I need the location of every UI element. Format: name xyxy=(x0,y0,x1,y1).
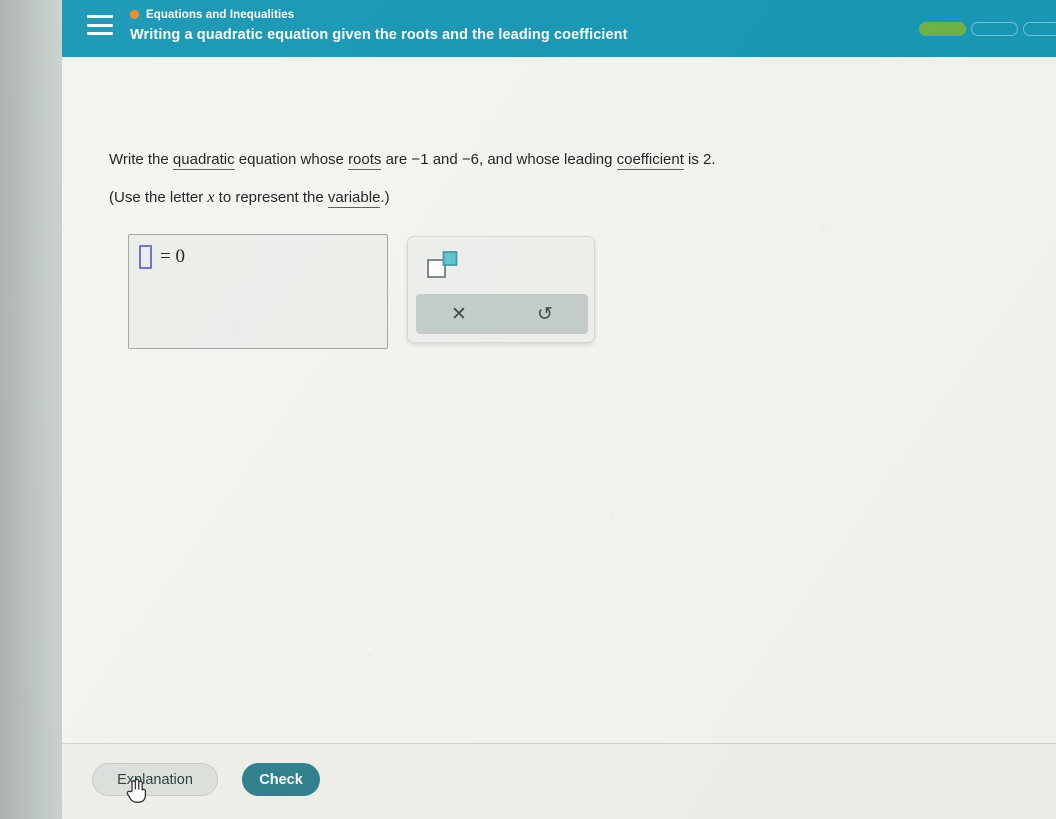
progress-segment xyxy=(1023,22,1056,36)
answer-input-box[interactable]: = 0 xyxy=(128,234,388,349)
question-text: is 2. xyxy=(683,151,716,168)
close-icon: ✕ xyxy=(451,303,467,325)
question-text: Write the xyxy=(109,151,173,168)
explanation-button[interactable]: Explanation xyxy=(92,763,218,796)
breadcrumb: Equations and Inequalities xyxy=(130,7,628,22)
hamburger-line xyxy=(87,15,113,18)
answer-equals-zero: = 0 xyxy=(160,246,185,267)
hamburger-menu-icon[interactable] xyxy=(87,15,113,35)
question-line-2: (Use the letter x to represent the varia… xyxy=(109,189,390,208)
answer-input-slot[interactable] xyxy=(139,245,152,269)
question-text: to represent the xyxy=(214,189,328,206)
undo-button[interactable]: ↺ xyxy=(502,294,588,334)
glossary-term-coefficient[interactable]: coefficient xyxy=(616,151,684,170)
toolbar-action-row: ✕ ↺ xyxy=(416,294,588,334)
question-line-1: Write the quadratic equation whose roots… xyxy=(109,151,716,170)
answer-expression: = 0 xyxy=(139,245,185,269)
progress-segment xyxy=(971,22,1018,36)
orange-dot-icon xyxy=(130,10,139,19)
device-bezel-left xyxy=(0,0,62,819)
app-window: Equations and Inequalities Writing a qua… xyxy=(62,0,1056,819)
question-text: .) xyxy=(380,189,390,206)
breadcrumb-label: Equations and Inequalities xyxy=(146,8,295,21)
exponent-button[interactable] xyxy=(426,250,460,280)
question-text: equation whose xyxy=(234,151,349,168)
hamburger-line xyxy=(87,32,113,35)
question-text: (Use the letter xyxy=(109,189,208,206)
clear-button[interactable]: ✕ xyxy=(416,294,502,334)
math-keypad-toolbar: ✕ ↺ xyxy=(407,236,595,343)
check-button[interactable]: Check xyxy=(242,763,320,796)
action-button-group: Explanation Check xyxy=(92,763,320,796)
glossary-term-roots[interactable]: roots xyxy=(348,151,382,170)
glossary-term-quadratic[interactable]: quadratic xyxy=(172,151,235,170)
glossary-term-variable[interactable]: variable xyxy=(327,189,381,208)
undo-icon: ↺ xyxy=(537,303,553,325)
bottom-action-bar: Explanation Check xyxy=(62,743,1056,819)
progress-bar xyxy=(919,22,1056,36)
question-text: are −1 and −6, and whose leading xyxy=(381,151,617,168)
progress-segment xyxy=(919,22,966,36)
app-header: Equations and Inequalities Writing a qua… xyxy=(62,0,1056,80)
exponent-icon xyxy=(427,251,458,278)
question-content-area: Write the quadratic equation whose roots… xyxy=(62,57,1056,743)
header-text-group: Equations and Inequalities Writing a qua… xyxy=(130,7,628,43)
page-title: Writing a quadratic equation given the r… xyxy=(130,27,628,43)
hamburger-line xyxy=(87,23,113,27)
